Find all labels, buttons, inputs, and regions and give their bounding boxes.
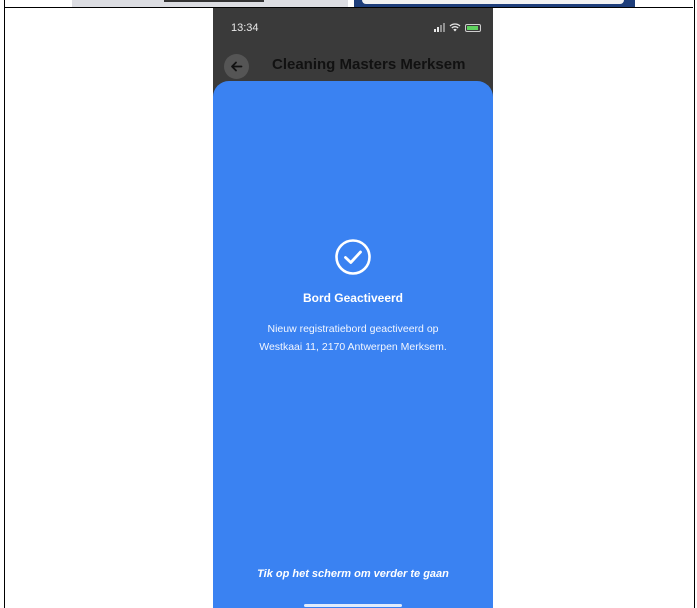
check-circle-icon	[335, 239, 371, 275]
confirmation-message-line-2: Westkaai 11, 2170 Antwerpen Merksem.	[259, 341, 447, 353]
back-button[interactable]	[224, 54, 249, 79]
battery-icon	[465, 24, 481, 32]
confirmation-title: Bord Geactiveerd	[302, 291, 404, 305]
confirmation-message-line-1: Nieuw registratiebord geactiveerd op	[267, 323, 439, 335]
page-title: Cleaning Masters Merksem	[272, 56, 466, 73]
status-time: 13:34	[231, 22, 259, 34]
signal-icon	[434, 23, 445, 32]
status-icons	[434, 23, 481, 32]
home-indicator	[304, 604, 402, 607]
phone-screenshot[interactable]: 13:34 Cleaning Masters Merksem Bord Geac	[213, 8, 493, 608]
app-header: Cleaning Masters Merksem	[213, 46, 493, 84]
tap-to-continue-hint: Tik op het scherm om verder te gaan	[257, 568, 449, 580]
status-bar: 13:34	[213, 8, 493, 46]
arrow-left-icon	[231, 61, 243, 72]
confirmation-message: Nieuw registratiebord geactiveerd op Wes…	[233, 320, 473, 356]
wifi-icon	[449, 23, 461, 32]
activation-confirmation-sheet[interactable]: Bord Geactiveerd Nieuw registratiebord g…	[213, 81, 493, 608]
